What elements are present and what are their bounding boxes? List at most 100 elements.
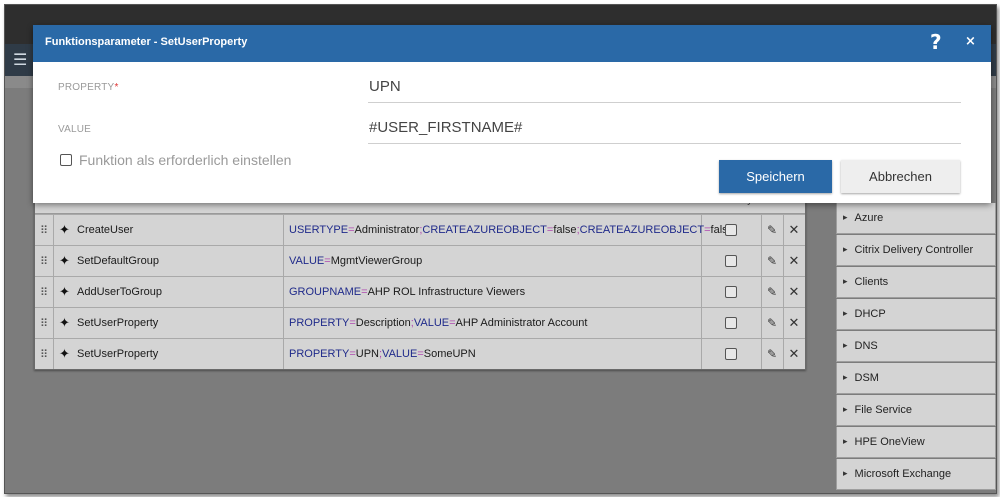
chevron-right-icon: ▸ xyxy=(843,277,848,287)
param-key: PROPERTY xyxy=(289,348,350,360)
puzzle-icon: ✦ xyxy=(59,222,70,238)
function-name: AddUserToGroup xyxy=(77,286,162,298)
delete-icon[interactable]: ✕ xyxy=(783,339,805,369)
help-icon[interactable]: ? xyxy=(930,30,942,54)
table-row[interactable]: ⠿ ✦ CreateUser USERTYPE = Administrator; CREAT… xyxy=(35,214,805,245)
sidebar-item[interactable]: ▸ DHCP xyxy=(836,299,996,330)
param-key: VALUE xyxy=(413,317,450,329)
drag-handle-icon[interactable]: ⠿ xyxy=(35,277,54,307)
chevron-right-icon: ▸ xyxy=(843,437,848,447)
parameter-cell: GROUPNAME = AHP ROL Infrastructure Viewers xyxy=(284,277,702,307)
parameter-cell: VALUE = MgmtViewerGroup xyxy=(284,246,702,276)
pencil-icon[interactable]: ✎ xyxy=(761,339,784,369)
chevron-right-icon: ▸ xyxy=(843,469,848,479)
delete-icon[interactable]: ✕ xyxy=(783,215,805,245)
param-value: UPN xyxy=(355,348,379,360)
drag-handle-icon[interactable]: ⠿ xyxy=(35,215,54,245)
value-value: #USER_FIRSTNAME# xyxy=(369,119,523,136)
required-checkbox-label: Funktion als erforderlich einstellen xyxy=(79,152,292,168)
delete-icon[interactable]: ✕ xyxy=(783,277,805,307)
chevron-right-icon: ▸ xyxy=(843,309,848,319)
table-row[interactable]: ⠿ ✦ SetUserProperty PROPERTY = UPN; VALUE = Some… xyxy=(35,338,805,369)
param-value: false xyxy=(553,224,577,236)
mandatory-cell xyxy=(701,246,762,276)
delete-icon[interactable]: ✕ xyxy=(783,308,805,338)
puzzle-icon: ✦ xyxy=(59,346,70,362)
chevron-right-icon: ▸ xyxy=(843,213,848,223)
pencil-icon[interactable]: ✎ xyxy=(761,277,784,307)
cancel-button[interactable]: Abbrechen xyxy=(841,160,960,193)
dialog-title: Funktionsparameter - SetUserProperty xyxy=(45,36,248,48)
sidebar-item[interactable]: ▸ Azure xyxy=(836,203,996,234)
property-label-text: PROPERTY xyxy=(58,82,115,93)
param-value: SomeUPN xyxy=(423,348,476,360)
puzzle-icon: ✦ xyxy=(59,253,70,269)
drag-handle-icon[interactable]: ⠿ xyxy=(35,308,54,338)
param-key: USERTYPE xyxy=(289,224,349,236)
function-cell: ✦ SetUserProperty xyxy=(53,339,284,369)
param-key: CREATEAZUREOBJECT xyxy=(579,224,705,236)
mandatory-checkbox[interactable] xyxy=(725,286,737,298)
mandatory-cell xyxy=(701,277,762,307)
puzzle-icon: ✦ xyxy=(59,284,70,300)
table-row[interactable]: ⠿ ✦ AddUserToGroup GROUPNAME = AHP ROL Infras… xyxy=(35,276,805,307)
value-input[interactable]: #USER_FIRSTNAME# xyxy=(368,113,961,144)
puzzle-icon: ✦ xyxy=(59,315,70,331)
sidebar-item[interactable]: ▸ HPE OneView xyxy=(836,427,996,458)
function-cell: ✦ CreateUser xyxy=(53,215,284,245)
property-label: PROPERTY* xyxy=(58,82,119,93)
param-key: GROUPNAME xyxy=(289,286,362,298)
table-row[interactable]: ⠿ ✦ SetUserProperty PROPERTY = Description; VA… xyxy=(35,307,805,338)
mandatory-cell xyxy=(701,215,762,245)
param-value: Description xyxy=(355,317,411,329)
category-sidebar: ▸ Azure ▸ Citrix Delivery Controller ▸ Client… xyxy=(836,203,996,491)
pencil-icon[interactable]: ✎ xyxy=(761,215,784,245)
property-input[interactable]: UPN xyxy=(368,72,961,103)
param-key: VALUE xyxy=(382,348,418,360)
chevron-right-icon: ▸ xyxy=(843,245,848,255)
sidebar-item-label: HPE OneView xyxy=(854,436,925,448)
required-checkbox[interactable] xyxy=(60,154,72,166)
close-icon[interactable]: × xyxy=(965,34,976,49)
param-value: Administrator xyxy=(354,224,420,236)
save-button[interactable]: Speichern xyxy=(719,160,832,193)
function-table: Funktion Parameter Mandatory ⠿✦CreateUse… xyxy=(34,190,806,370)
function-cell: ✦ AddUserToGroup xyxy=(53,277,284,307)
sidebar-item-label: DSM xyxy=(854,372,879,384)
sidebar-item-label: Clients xyxy=(854,276,889,288)
drag-handle-icon[interactable]: ⠿ xyxy=(35,246,54,276)
param-key: PROPERTY xyxy=(289,317,350,329)
sidebar-item[interactable]: ▸ Microsoft Exchange xyxy=(836,459,996,490)
function-name: SetDefaultGroup xyxy=(77,255,159,267)
list-icon[interactable]: ☰ xyxy=(13,50,27,69)
value-label-text: VALUE xyxy=(58,124,92,135)
chevron-right-icon: ▸ xyxy=(843,373,848,383)
sidebar-item[interactable]: ▸ DSM xyxy=(836,363,996,394)
mandatory-checkbox[interactable] xyxy=(725,348,737,360)
sidebar-item-label: DNS xyxy=(854,340,878,352)
chevron-right-icon: ▸ xyxy=(843,341,848,351)
mandatory-checkbox[interactable] xyxy=(725,224,737,236)
table-row[interactable]: ⠿ ✦ SetDefaultGroup VALUE = MgmtViewerGroup ✎ ✕ xyxy=(35,245,805,276)
mandatory-cell xyxy=(701,339,762,369)
sidebar-item[interactable]: ▸ Clients xyxy=(836,267,996,298)
pencil-icon[interactable]: ✎ xyxy=(761,308,784,338)
parameter-cell: PROPERTY = Description; VALUE = AHP Administr… xyxy=(284,308,702,338)
drag-handle-icon[interactable]: ⠿ xyxy=(35,339,54,369)
sidebar-item[interactable]: ▸ Citrix Delivery Controller xyxy=(836,235,996,266)
required-mark: * xyxy=(114,82,119,93)
delete-icon[interactable]: ✕ xyxy=(783,246,805,276)
param-key: CREATEAZUREOBJECT xyxy=(422,224,547,236)
property-value: UPN xyxy=(369,78,401,95)
sidebar-item[interactable]: ▸ DNS xyxy=(836,331,996,362)
param-value: AHP Administrator Account xyxy=(455,317,588,329)
mandatory-checkbox[interactable] xyxy=(725,317,737,329)
sidebar-item[interactable]: ▸ File Service xyxy=(836,395,996,426)
param-value: MgmtViewerGroup xyxy=(330,255,423,267)
function-cell: ✦ SetDefaultGroup xyxy=(53,246,284,276)
required-checkbox-row[interactable]: Funktion als erforderlich einstellen xyxy=(60,152,291,168)
mandatory-checkbox[interactable] xyxy=(725,255,737,267)
mandatory-cell xyxy=(701,308,762,338)
function-name: SetUserProperty xyxy=(77,348,159,360)
pencil-icon[interactable]: ✎ xyxy=(761,246,784,276)
